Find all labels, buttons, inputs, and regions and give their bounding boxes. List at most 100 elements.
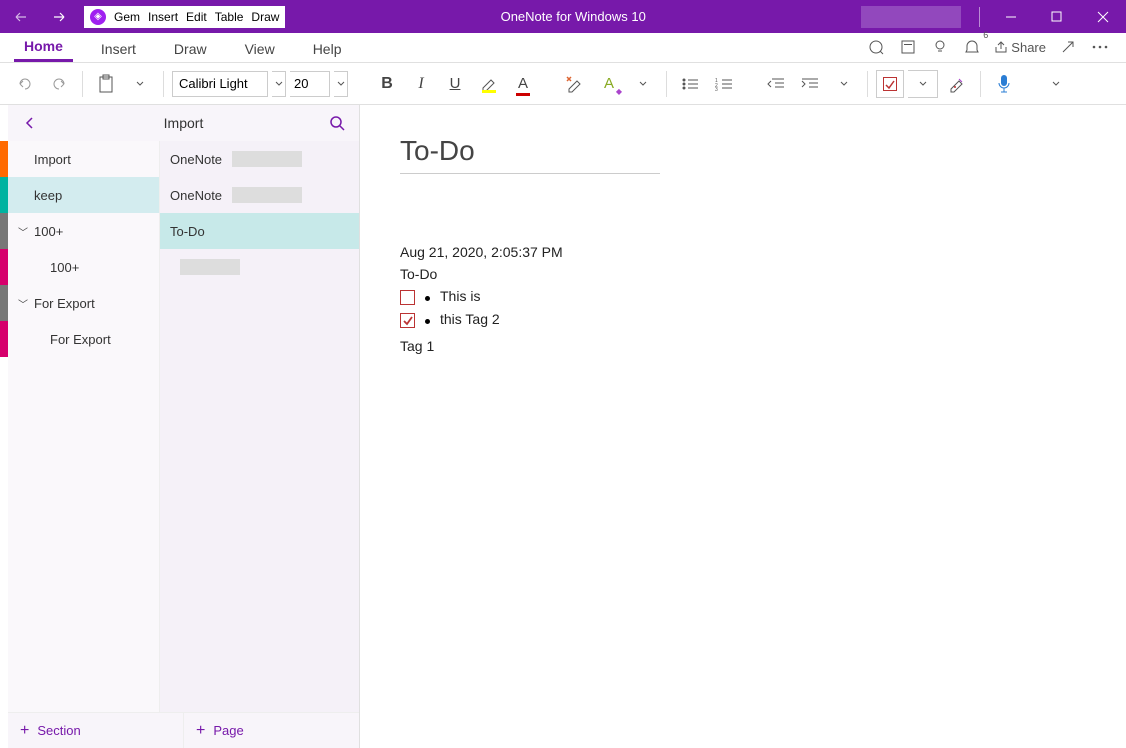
note-footer-text[interactable]: Tag 1 <box>400 338 1086 354</box>
dictate-button[interactable] <box>989 68 1019 100</box>
section-item[interactable]: 100+ <box>8 249 159 285</box>
numbered-list-button[interactable]: 123 <box>709 68 739 100</box>
tab-help[interactable]: Help <box>303 37 352 62</box>
notebook-tab[interactable] <box>0 213 8 249</box>
bold-button[interactable]: B <box>372 68 402 100</box>
app-title: OneNote for Windows 10 <box>285 9 861 24</box>
gem-menu-insert[interactable]: Insert <box>148 10 178 24</box>
font-name-input[interactable]: Calibri Light <box>172 71 268 97</box>
section-item[interactable]: Import <box>8 141 159 177</box>
todo-dropdown[interactable] <box>908 70 938 98</box>
notebook-tab[interactable] <box>0 285 8 321</box>
add-section-button[interactable]: +Section <box>8 713 183 748</box>
section-item[interactable]: For Export <box>8 321 159 357</box>
page-item[interactable]: OneNote <box>160 141 359 177</box>
tab-draw[interactable]: Draw <box>164 37 217 62</box>
undo-button[interactable] <box>10 68 40 100</box>
page-item[interactable]: OneNote <box>160 177 359 213</box>
content-area: Import Importkeep﹀100+100+﹀For ExportFor… <box>0 105 1126 748</box>
notebook-tab[interactable] <box>0 141 8 177</box>
indent-button[interactable] <box>795 68 825 100</box>
notebook-tabs-strip <box>0 105 8 748</box>
maximize-button[interactable] <box>1034 0 1080 33</box>
font-color-button[interactable]: A <box>508 68 538 100</box>
section-label: 100+ <box>34 224 159 239</box>
lightbulb-icon[interactable] <box>924 32 956 62</box>
add-page-button[interactable]: +Page <box>183 713 359 748</box>
clipboard-button[interactable] <box>91 68 121 100</box>
note-item-text[interactable]: This is <box>440 288 480 304</box>
font-name-dropdown[interactable] <box>272 71 286 97</box>
font-size-input[interactable]: 20 <box>290 71 330 97</box>
clipboard-dropdown[interactable] <box>125 68 155 100</box>
redo-button[interactable] <box>44 68 74 100</box>
tab-view[interactable]: View <box>235 37 285 62</box>
checkbox-icon[interactable] <box>400 290 415 305</box>
section-label: For Export <box>50 332 159 347</box>
notebook-tab[interactable] <box>0 321 8 357</box>
note-list-item[interactable]: This is <box>400 288 1086 305</box>
user-account-area[interactable] <box>861 6 961 28</box>
underline-button[interactable]: U <box>440 68 470 100</box>
gem-menu-draw[interactable]: Draw <box>251 10 279 24</box>
gem-icon[interactable]: ◈ <box>90 9 106 25</box>
styles-button[interactable]: A◆ <box>594 68 624 100</box>
section-label: 100+ <box>50 260 159 275</box>
styles-dropdown[interactable] <box>628 68 658 100</box>
note-item-text[interactable]: this Tag 2 <box>440 311 500 327</box>
checkbox-icon[interactable] <box>400 313 415 328</box>
gem-addon-bar: ◈ Gem Insert Edit Table Draw <box>84 6 285 28</box>
bullet-list-button[interactable] <box>675 68 705 100</box>
section-label: For Export <box>34 296 159 311</box>
note-canvas[interactable]: To-Do Aug 21, 2020, 2:05:37 PM To-Do Thi… <box>360 105 1126 748</box>
gem-menu-edit[interactable]: Edit <box>186 10 207 24</box>
gem-menu-table[interactable]: Table <box>215 10 244 24</box>
tab-insert[interactable]: Insert <box>91 37 146 62</box>
close-button[interactable] <box>1080 0 1126 33</box>
notifications-icon[interactable]: 6 <box>956 32 988 62</box>
paragraph-dropdown[interactable] <box>829 68 859 100</box>
section-label: Import <box>34 152 159 167</box>
page-label: OneNote <box>170 152 222 167</box>
svg-text:2: 2 <box>715 83 718 89</box>
page-label: To-Do <box>170 224 205 239</box>
forward-button[interactable] <box>40 0 80 33</box>
tab-home[interactable]: Home <box>14 34 73 62</box>
outdent-button[interactable] <box>761 68 791 100</box>
nav-back-button[interactable] <box>18 111 42 135</box>
bullet-icon <box>425 319 430 324</box>
italic-button[interactable]: I <box>406 68 436 100</box>
section-item[interactable]: ﹀For Export <box>8 285 159 321</box>
section-item[interactable]: keep <box>8 177 159 213</box>
font-size-dropdown[interactable] <box>334 71 348 97</box>
minimize-button[interactable] <box>988 0 1034 33</box>
note-list-item[interactable]: this Tag 2 <box>400 311 1086 328</box>
back-button[interactable] <box>0 0 40 33</box>
gem-menu-gem[interactable]: Gem <box>114 10 140 24</box>
titlebar: ◈ Gem Insert Edit Table Draw OneNote for… <box>0 0 1126 33</box>
bullet-icon <box>425 296 430 301</box>
note-title[interactable]: To-Do <box>400 135 660 174</box>
notebook-tab[interactable] <box>0 249 8 285</box>
clear-formatting-button[interactable] <box>560 68 590 100</box>
fullscreen-icon[interactable] <box>892 32 924 62</box>
more-icon[interactable] <box>1084 32 1116 62</box>
nav-title: Import <box>42 115 325 131</box>
nav-header: Import <box>8 105 359 141</box>
pages-list: OneNote OneNote To-Do <box>160 141 359 712</box>
share-button[interactable]: Share <box>988 32 1052 62</box>
ribbon-more-dropdown[interactable] <box>1041 68 1071 100</box>
notebook-tab[interactable] <box>0 177 8 213</box>
note-subtitle[interactable]: To-Do <box>400 266 1086 282</box>
section-item[interactable]: ﹀100+ <box>8 213 159 249</box>
page-item[interactable] <box>160 249 359 285</box>
fullscreen-arrow-icon[interactable] <box>1052 32 1084 62</box>
ribbon-tabs: Home Insert Draw View Help 6 Share <box>0 33 1126 63</box>
highlight-button[interactable] <box>474 68 504 100</box>
page-item[interactable]: To-Do <box>160 213 359 249</box>
tags-button[interactable] <box>942 68 972 100</box>
search-button[interactable] <box>325 111 349 135</box>
todo-tag-button[interactable] <box>876 70 904 98</box>
dictate-icon[interactable] <box>860 32 892 62</box>
page-label: OneNote <box>170 188 222 203</box>
